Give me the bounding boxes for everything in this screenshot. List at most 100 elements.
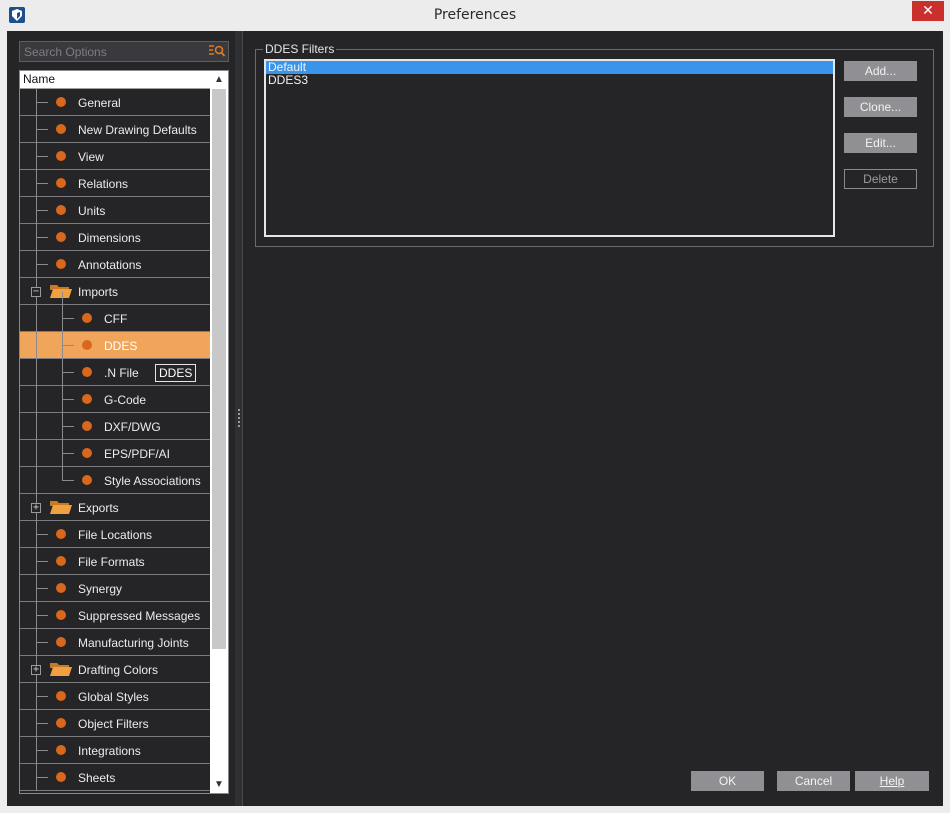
tree-item-label: Sheets: [78, 771, 116, 785]
tree-item-new-drawing-defaults[interactable]: New Drawing Defaults: [20, 116, 210, 143]
bullet-icon: [82, 448, 92, 458]
tree-item-label: Suppressed Messages: [78, 609, 201, 623]
tree-item-label: Exports: [78, 501, 119, 515]
tree-item-style-associations[interactable]: Style Associations: [20, 467, 210, 494]
bullet-icon: [82, 340, 92, 350]
expand-icon[interactable]: +: [31, 503, 41, 513]
tree-item-cff[interactable]: CFF: [20, 305, 210, 332]
search-filter-icon[interactable]: [209, 44, 226, 58]
bullet-icon: [56, 691, 66, 701]
tree-item-label: Drafting Colors: [78, 663, 159, 677]
bullet-icon: [56, 529, 66, 539]
tree-item-label: CFF: [104, 312, 128, 326]
tree-item-dimensions[interactable]: Dimensions: [20, 224, 210, 251]
tree-item-label: Style Associations: [104, 474, 201, 488]
tree-item-global-styles[interactable]: Global Styles: [20, 683, 210, 710]
options-tree: Name ▲ ▼ General New Drawing Defaults Vi…: [19, 70, 229, 794]
tree-item-label: EPS/PDF/AI: [104, 447, 171, 461]
tree-item-label: File Formats: [78, 555, 145, 569]
close-button[interactable]: ✕: [912, 1, 944, 21]
bullet-icon: [56, 232, 66, 242]
tree-item-exports[interactable]: + Exports: [20, 494, 210, 521]
tree-item-label: G-Code: [104, 393, 147, 407]
bullet-icon: [56, 259, 66, 269]
tree-item-label: File Locations: [78, 528, 153, 542]
tree-item-manufacturing-joints[interactable]: Manufacturing Joints: [20, 629, 210, 656]
tree-item-dxf-dwg[interactable]: DXF/DWG: [20, 413, 210, 440]
list-item[interactable]: Default: [266, 61, 833, 74]
tree-item-label: .N File: [104, 366, 139, 380]
bullet-icon: [82, 313, 92, 323]
bullet-icon: [82, 475, 92, 485]
bullet-icon: [82, 421, 92, 431]
help-button[interactable]: Help: [855, 771, 929, 791]
bullet-icon: [56, 718, 66, 728]
tree-item-integrations[interactable]: Integrations: [20, 737, 210, 764]
tree-item-units[interactable]: Units: [20, 197, 210, 224]
search-input[interactable]: [20, 42, 206, 61]
tree-item-sheets[interactable]: Sheets: [20, 764, 210, 791]
tree-item-n-file[interactable]: .N File DDES: [20, 359, 210, 386]
bullet-icon: [56, 205, 66, 215]
window-title: Preferences: [433, 7, 517, 23]
tree-item-file-locations[interactable]: File Locations: [20, 521, 210, 548]
tree-item-g-code[interactable]: G-Code: [20, 386, 210, 413]
clone-button[interactable]: Clone...: [844, 97, 917, 117]
tree-item-label: Imports: [78, 285, 119, 299]
tree-item-label: Annotations: [78, 258, 142, 272]
group-title: DDES Filters: [263, 42, 337, 56]
grip-icon: [238, 409, 240, 411]
tree-item-label: Global Styles: [78, 690, 149, 704]
tree-item-label: General: [78, 96, 121, 110]
tree-item-label: Object Filters: [78, 717, 149, 731]
tree-item-drafting-colors[interactable]: + Drafting Colors: [20, 656, 210, 683]
tree-item-label: Integrations: [78, 744, 141, 758]
tree-item-synergy[interactable]: Synergy: [20, 575, 210, 602]
search-box: [19, 41, 229, 62]
folder-icon: [49, 498, 73, 516]
dialog-client: Name ▲ ▼ General New Drawing Defaults Vi…: [7, 31, 943, 806]
bullet-icon: [56, 610, 66, 620]
cancel-button[interactable]: Cancel: [777, 771, 850, 791]
tree-item-label: Units: [78, 204, 106, 218]
bullet-icon: [82, 367, 92, 377]
drag-tooltip: DDES: [155, 364, 197, 382]
collapse-icon[interactable]: −: [31, 287, 41, 297]
tree-item-suppressed-messages[interactable]: Suppressed Messages: [20, 602, 210, 629]
bullet-icon: [82, 394, 92, 404]
tree-item-imports[interactable]: − Imports: [20, 278, 210, 305]
tree-item-label: Manufacturing Joints: [78, 636, 189, 650]
title-bar: Preferences ✕: [0, 0, 950, 31]
scroll-down-icon[interactable]: ▼: [210, 776, 228, 793]
tree-item-annotations[interactable]: Annotations: [20, 251, 210, 278]
ok-button[interactable]: OK: [691, 771, 764, 791]
edit-button[interactable]: Edit...: [844, 133, 917, 153]
tree-item-label: Synergy: [78, 582, 123, 596]
bullet-icon: [56, 637, 66, 647]
panel-splitter[interactable]: [235, 31, 243, 806]
bullet-icon: [56, 97, 66, 107]
tree-scrollbar[interactable]: ▲ ▼: [210, 71, 228, 793]
expand-icon[interactable]: +: [31, 665, 41, 675]
tree-item-file-formats[interactable]: File Formats: [20, 548, 210, 575]
add-button[interactable]: Add...: [844, 61, 917, 81]
tree-column-header[interactable]: Name: [20, 71, 210, 89]
bullet-icon: [56, 583, 66, 593]
tree-item-view[interactable]: View: [20, 143, 210, 170]
tree-item-label: DXF/DWG: [104, 420, 161, 434]
tree-item-object-filters[interactable]: Object Filters: [20, 710, 210, 737]
ddes-filters-list[interactable]: Default DDES3: [264, 59, 835, 237]
tree-item-relations[interactable]: Relations: [20, 170, 210, 197]
tree-item-label: Dimensions: [78, 231, 141, 245]
delete-button[interactable]: Delete: [844, 169, 917, 189]
tree-item-general[interactable]: General: [20, 89, 210, 116]
tree-item-eps-pdf-ai[interactable]: EPS/PDF/AI: [20, 440, 210, 467]
scroll-up-icon[interactable]: ▲: [210, 71, 228, 88]
scroll-thumb[interactable]: [212, 89, 226, 649]
open-folder-icon: [49, 282, 73, 300]
list-item[interactable]: DDES3: [266, 74, 833, 87]
bullet-icon: [56, 772, 66, 782]
ddes-filters-group: DDES Filters Default DDES3 Add... Clone.…: [255, 43, 934, 247]
tree-item-ddes[interactable]: DDES: [20, 332, 210, 359]
tree-item-label: DDES: [104, 339, 138, 353]
